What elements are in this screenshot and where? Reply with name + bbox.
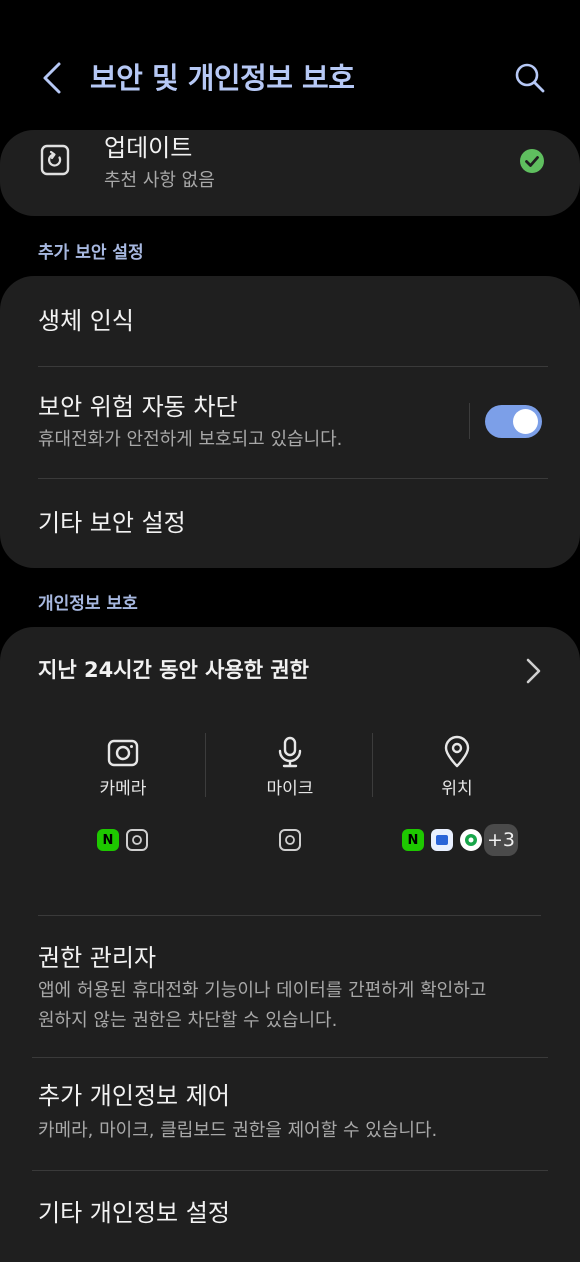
section-label-security: 추가 보안 설정 [38, 243, 144, 263]
page-title: 보안 및 개인정보 보호 [90, 61, 355, 95]
privacy-controls-title: 추가 개인정보 제어 [38, 1082, 230, 1110]
toggle-knob [513, 409, 538, 434]
security-card: 생체 인식 보안 위험 자동 차단 휴대전화가 안전하게 보호되고 있습니다. … [0, 276, 580, 568]
search-button[interactable] [510, 58, 550, 98]
search-icon [515, 63, 545, 93]
microphone-icon [278, 736, 302, 768]
biometrics-row[interactable]: 생체 인식 [0, 276, 580, 366]
permissions-used-title: 지난 24시간 동안 사용한 권한 [38, 658, 309, 682]
location-column[interactable]: 위치 [374, 735, 540, 805]
location-pin-icon [444, 735, 470, 768]
permissions-header-row[interactable]: 지난 24시간 동안 사용한 권한 [0, 627, 580, 717]
naver-app-icon: N [402, 829, 424, 851]
update-title: 업데이트 [104, 134, 193, 162]
camera-app-icon [279, 829, 301, 851]
auto-block-title: 보안 위험 자동 차단 [38, 393, 238, 421]
biometrics-title: 생체 인식 [38, 307, 134, 335]
other-security-row[interactable]: 기타 보안 설정 [0, 479, 580, 568]
column-separator [372, 733, 373, 797]
auto-block-subtitle: 휴대전화가 안전하게 보호되고 있습니다. [38, 429, 343, 450]
other-security-title: 기타 보안 설정 [38, 509, 186, 537]
section-label-privacy: 개인정보 보호 [38, 594, 138, 614]
chevron-right-icon [526, 658, 541, 684]
camera-app-icon [126, 829, 148, 851]
update-subtitle: 추천 사항 없음 [104, 170, 215, 191]
other-privacy-title: 기타 개인정보 설정 [38, 1199, 230, 1227]
column-separator [205, 733, 206, 797]
chevron-left-icon [43, 62, 61, 94]
blue-app-icon [431, 829, 453, 851]
permission-manager-subtitle-line1: 앱에 허용된 휴대전화 기능이나 데이터를 간편하게 확인하고 [38, 980, 487, 1001]
camera-icon [107, 739, 139, 767]
privacy-card: 지난 24시간 동안 사용한 권한 카메라 마이크 위치 N N +3 권한 관… [0, 627, 580, 1262]
toggle-separator [469, 403, 470, 439]
green-app-icon [460, 829, 482, 851]
microphone-column[interactable]: 마이크 [207, 735, 373, 805]
microphone-label: 마이크 [266, 779, 314, 799]
permission-manager-subtitle-line2: 원하지 않는 권한은 차단할 수 있습니다. [38, 1010, 338, 1031]
back-button[interactable] [32, 58, 72, 98]
check-circle-icon [520, 149, 544, 173]
camera-column[interactable]: 카메라 [40, 735, 206, 805]
location-label: 위치 [441, 779, 473, 799]
permission-manager-row[interactable]: 권한 관리자 앱에 허용된 휴대전화 기능이나 데이터를 간편하게 확인하고 원… [0, 916, 580, 1057]
more-apps-badge: +3 [484, 824, 518, 856]
update-icon [40, 144, 70, 176]
camera-label: 카메라 [99, 779, 147, 799]
naver-app-icon: N [97, 829, 119, 851]
privacy-controls-subtitle: 카메라, 마이크, 클립보드 권한을 제어할 수 있습니다. [38, 1120, 438, 1141]
other-privacy-row[interactable]: 기타 개인정보 설정 [0, 1171, 580, 1262]
permission-manager-title: 권한 관리자 [38, 944, 157, 972]
auto-block-toggle[interactable] [485, 405, 542, 438]
update-card[interactable]: 업데이트 추천 사항 없음 [0, 130, 580, 216]
privacy-controls-row[interactable]: 추가 개인정보 제어 카메라, 마이크, 클립보드 권한을 제어할 수 있습니다… [0, 1058, 580, 1170]
app-header: 보안 및 개인정보 보호 [0, 0, 580, 130]
